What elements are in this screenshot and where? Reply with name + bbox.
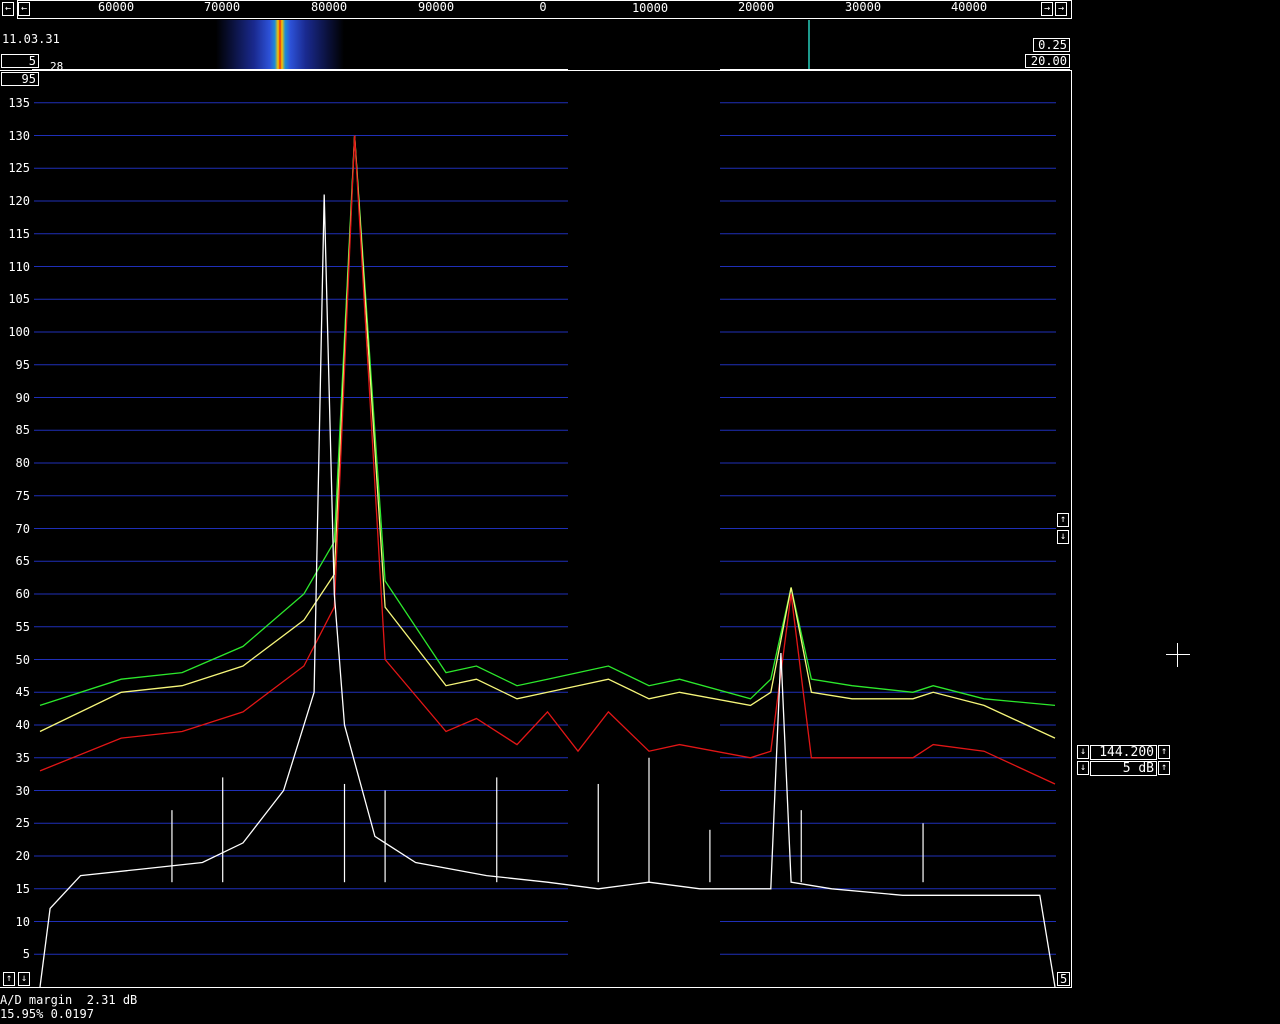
db-down-button[interactable]: ↓ xyxy=(1077,761,1089,775)
green-spectrum-line xyxy=(39,135,1056,707)
y-tick-label: 35 xyxy=(15,750,30,765)
y-tick-label: 135 xyxy=(8,95,30,110)
arrow-up-icon: ↑ xyxy=(1160,762,1168,773)
y-tick-label: 105 xyxy=(8,292,30,307)
arrow-down-icon: ↓ xyxy=(20,973,28,984)
y-tick-label: 30 xyxy=(15,783,30,798)
y-tick-label: 75 xyxy=(15,488,30,503)
y-tick-label: 115 xyxy=(8,226,30,241)
arrow-up-icon: ↑ xyxy=(1059,514,1067,525)
y-tick-label: 55 xyxy=(15,619,30,634)
freq-up-button[interactable]: ↑ xyxy=(1158,745,1170,759)
y-tick-label: 25 xyxy=(15,816,30,831)
y-tick-label: 45 xyxy=(15,685,30,700)
ad-margin-status: A/D margin 2.31 dB xyxy=(0,993,138,1007)
scale-down-button[interactable]: ↓ xyxy=(1057,530,1069,544)
y-tick-label: 80 xyxy=(15,456,30,470)
crosshair-cursor xyxy=(1166,643,1190,667)
y-tick-label: 125 xyxy=(8,161,30,176)
y-tick-label: 85 xyxy=(15,423,30,438)
y-tick-label: 60 xyxy=(15,587,30,601)
scale-up-button[interactable]: ↑ xyxy=(1057,513,1069,527)
y-tick-label: 20 xyxy=(15,849,30,863)
y-tick-label: 40 xyxy=(15,718,30,732)
y-tick-label: 95 xyxy=(15,357,30,372)
y-tick-label: 70 xyxy=(15,521,30,536)
y-tick-label: 110 xyxy=(8,259,30,274)
arrow-down-icon: ↓ xyxy=(1079,762,1087,773)
bottom-right-field[interactable]: 5 xyxy=(1057,972,1070,986)
yellow-spectrum-line xyxy=(39,135,1056,739)
center-frequency-field[interactable]: 144.200 xyxy=(1090,745,1157,760)
y-tick-label: 50 xyxy=(15,652,30,667)
red-spectrum-line xyxy=(39,135,1056,785)
y-tick-label: 130 xyxy=(8,128,30,143)
db-per-division-field[interactable]: 5 dB xyxy=(1090,761,1157,776)
freq-down-button[interactable]: ↓ xyxy=(1077,745,1089,759)
arrow-down-icon: ↓ xyxy=(1059,531,1067,542)
white-spectrum-line xyxy=(39,194,1056,988)
arrow-up-icon: ↑ xyxy=(5,973,13,984)
cpu-status: 15.95% 0.0197 xyxy=(0,1007,94,1021)
y-tick-label: 10 xyxy=(15,914,30,929)
y-tick-label: 5 xyxy=(22,947,30,962)
y-tick-label: 65 xyxy=(15,554,30,569)
y-tick-label: 90 xyxy=(15,390,30,405)
bottom-up-button[interactable]: ↑ xyxy=(3,972,15,986)
arrow-up-icon: ↑ xyxy=(1160,746,1168,757)
y-tick-label: 120 xyxy=(8,194,30,208)
spectrum-chart[interactable] xyxy=(0,0,1280,1024)
y-tick-label: 100 xyxy=(8,325,30,339)
y-tick-label: 15 xyxy=(15,881,30,896)
db-up-button[interactable]: ↑ xyxy=(1158,761,1170,775)
arrow-down-icon: ↓ xyxy=(1079,746,1087,757)
bottom-down-button[interactable]: ↓ xyxy=(18,972,30,986)
